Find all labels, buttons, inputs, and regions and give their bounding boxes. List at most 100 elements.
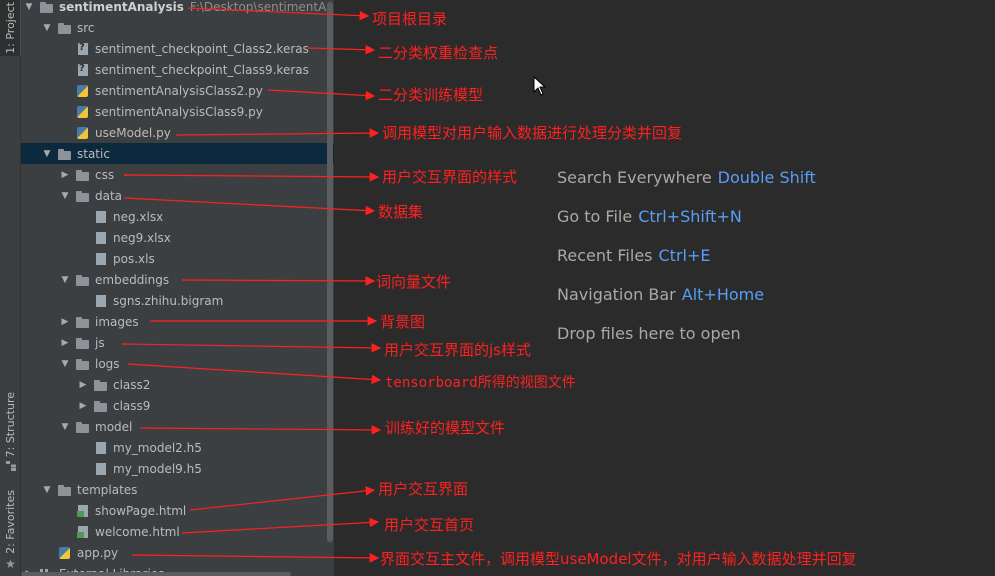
tree-folder-js[interactable]: ▶ js bbox=[21, 332, 334, 353]
tool-window-strip: 1: Project 7: Structure 2: Favorites ★ bbox=[0, 0, 21, 576]
folder-label: model bbox=[95, 419, 133, 434]
tree-file[interactable]: sentiment_checkpoint_Class2.keras bbox=[21, 38, 334, 59]
annotation-label: tensorboard所得的视图文件 bbox=[385, 375, 576, 391]
spreadsheet-file-icon bbox=[93, 210, 109, 224]
folder-icon bbox=[75, 168, 91, 182]
text-file-icon bbox=[93, 294, 109, 308]
annotation-label: 调用模型对用户输入数据进行处理分类并回复 bbox=[382, 124, 683, 142]
hint-shortcut: Ctrl+E bbox=[658, 246, 711, 265]
mouse-cursor-icon bbox=[533, 76, 547, 96]
annotation-label: 二分类训练模型 bbox=[378, 86, 484, 104]
tree-file[interactable]: sentiment_checkpoint_Class9.keras bbox=[21, 59, 334, 80]
tree-folder-logs[interactable]: ▼ logs bbox=[21, 353, 334, 374]
folder-label: src bbox=[77, 20, 95, 35]
tree-file[interactable]: welcome.html bbox=[21, 521, 334, 542]
tree-file[interactable]: neg.xlsx bbox=[21, 206, 334, 227]
tree-folder-embeddings[interactable]: ▼ embeddings bbox=[21, 269, 334, 290]
tool-tab-structure[interactable]: 7: Structure bbox=[0, 392, 21, 482]
annotation-label: 词向量文件 bbox=[376, 273, 452, 291]
collapse-arrow-icon[interactable]: ▶ bbox=[59, 170, 71, 180]
folder-label: class2 bbox=[113, 377, 151, 392]
tree-folder-templates[interactable]: ▼ templates bbox=[21, 479, 334, 500]
folder-icon bbox=[93, 399, 109, 413]
folder-icon bbox=[75, 336, 91, 350]
tool-tab-favorites-label: 2: Favorites bbox=[4, 490, 17, 554]
h5-file-icon bbox=[93, 462, 109, 476]
tree-file[interactable]: my_model2.h5 bbox=[21, 437, 334, 458]
file-label: welcome.html bbox=[95, 524, 180, 539]
tool-tab-project[interactable]: 1: Project bbox=[0, 0, 21, 56]
tree-file[interactable]: useModel.py bbox=[21, 122, 334, 143]
tree-folder-class2[interactable]: ▶ class2 bbox=[21, 374, 334, 395]
hint-recent-files: Recent Files Ctrl+E bbox=[557, 246, 710, 265]
spreadsheet-file-icon bbox=[93, 252, 109, 266]
file-label: sentimentAnalysisClass2.py bbox=[95, 83, 263, 98]
collapse-arrow-icon[interactable]: ▶ bbox=[77, 401, 89, 411]
collapse-arrow-icon[interactable]: ▶ bbox=[59, 317, 71, 327]
expand-arrow-icon[interactable]: ▼ bbox=[41, 149, 53, 159]
folder-icon bbox=[75, 357, 91, 371]
folder-label: data bbox=[95, 188, 123, 203]
hint-label: Navigation Bar bbox=[557, 285, 676, 304]
folder-icon bbox=[75, 273, 91, 287]
tree-folder-data[interactable]: ▼ data bbox=[21, 185, 334, 206]
spreadsheet-file-icon bbox=[93, 231, 109, 245]
expand-arrow-icon[interactable]: ▼ bbox=[41, 23, 53, 33]
tree-folder-src[interactable]: ▼ src bbox=[21, 17, 334, 38]
expand-arrow-icon[interactable]: ▼ bbox=[59, 422, 71, 432]
folder-icon bbox=[57, 21, 73, 35]
tree-file[interactable]: showPage.html bbox=[21, 500, 334, 521]
expand-arrow-icon[interactable]: ▼ bbox=[59, 275, 71, 285]
project-tree-panel[interactable]: ▼ sentimentAnalysis F:\Desktop\sentiment… bbox=[21, 0, 335, 576]
expand-arrow-icon[interactable]: ▼ bbox=[59, 191, 71, 201]
folder-icon bbox=[57, 147, 73, 161]
folder-label: static bbox=[77, 146, 110, 161]
tree-folder-static[interactable]: ▼ static bbox=[21, 143, 334, 164]
hint-label: Drop files here to open bbox=[557, 324, 741, 343]
tree-root[interactable]: ▼ sentimentAnalysis F:\Desktop\sentiment… bbox=[21, 0, 334, 17]
annotation-label: 背景图 bbox=[380, 313, 426, 331]
keras-file-icon bbox=[75, 42, 91, 56]
file-label: neg.xlsx bbox=[113, 209, 164, 224]
python-file-icon bbox=[75, 126, 91, 140]
collapse-arrow-icon[interactable]: ▶ bbox=[77, 380, 89, 390]
tree-folder-class9[interactable]: ▶ class9 bbox=[21, 395, 334, 416]
tool-tab-project-label: 1: Project bbox=[3, 2, 17, 54]
tool-tab-favorites[interactable]: 2: Favorites ★ bbox=[0, 490, 21, 576]
tree-file[interactable]: sgns.zhihu.bigram bbox=[21, 290, 334, 311]
root-path: F:\Desktop\sentimentAnaly bbox=[189, 0, 334, 14]
h5-file-icon bbox=[93, 441, 109, 455]
structure-icon bbox=[5, 461, 16, 472]
hint-drop-files: Drop files here to open bbox=[557, 324, 741, 343]
python-file-icon bbox=[75, 84, 91, 98]
tree-file[interactable]: my_model9.h5 bbox=[21, 458, 334, 479]
folder-label: js bbox=[95, 335, 105, 350]
html-file-icon bbox=[75, 525, 91, 539]
file-label: sgns.zhihu.bigram bbox=[113, 293, 224, 308]
folder-icon bbox=[93, 378, 109, 392]
folder-label: templates bbox=[77, 482, 138, 497]
html-file-icon bbox=[75, 504, 91, 518]
tree-file[interactable]: sentimentAnalysisClass2.py bbox=[21, 80, 334, 101]
file-label: app.py bbox=[77, 545, 119, 560]
tree-file-app[interactable]: app.py bbox=[21, 542, 334, 563]
expand-arrow-icon[interactable]: ▼ bbox=[41, 485, 53, 495]
tree-folder-images[interactable]: ▶ images bbox=[21, 311, 334, 332]
vertical-scrollbar[interactable] bbox=[327, 2, 333, 542]
tree-file[interactable]: pos.xls bbox=[21, 248, 334, 269]
expand-arrow-icon[interactable]: ▼ bbox=[23, 2, 35, 12]
file-label: my_model9.h5 bbox=[113, 461, 202, 476]
python-file-icon bbox=[75, 105, 91, 119]
tree-folder-css[interactable]: ▶ css bbox=[21, 164, 334, 185]
tree-file[interactable]: neg9.xlsx bbox=[21, 227, 334, 248]
folder-icon bbox=[75, 420, 91, 434]
annotation-label: 用户交互界面的js样式 bbox=[384, 341, 531, 359]
horizontal-scrollbar[interactable] bbox=[21, 572, 291, 576]
hint-navigation-bar: Navigation Bar Alt+Home bbox=[557, 285, 764, 304]
tree-file[interactable]: sentimentAnalysisClass9.py bbox=[21, 101, 334, 122]
expand-arrow-icon[interactable]: ▼ bbox=[59, 359, 71, 369]
python-file-icon bbox=[57, 546, 73, 560]
hint-shortcut: Alt+Home bbox=[681, 285, 765, 304]
collapse-arrow-icon[interactable]: ▶ bbox=[59, 338, 71, 348]
tree-folder-model[interactable]: ▼ model bbox=[21, 416, 334, 437]
